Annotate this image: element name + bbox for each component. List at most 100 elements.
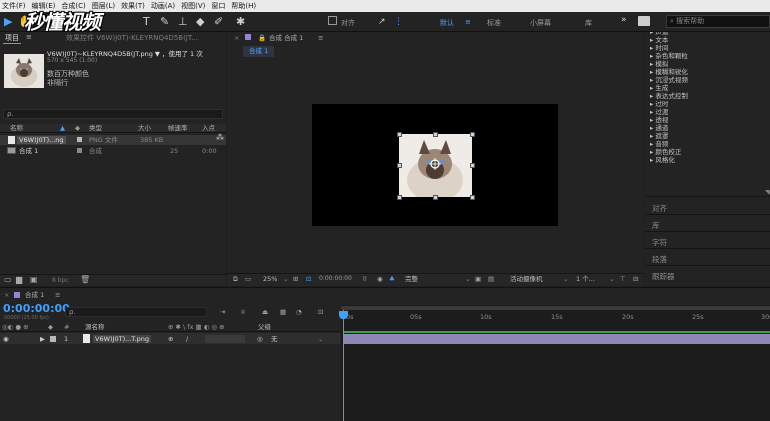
switches-column-icons[interactable]: ⊕ ✱ \ fx ▦ ◐ ◎ ⊕ bbox=[168, 323, 225, 331]
flowchart-icon[interactable]: ⁂ bbox=[216, 134, 224, 142]
row-png-name[interactable]: V6W)J0T)...ng bbox=[17, 136, 66, 144]
parent-pickwhip-icon[interactable]: ◎ bbox=[257, 335, 263, 343]
label-color-swatch[interactable] bbox=[77, 148, 82, 153]
workspace-small-screen[interactable]: 小屏幕 bbox=[530, 18, 551, 28]
color-icon[interactable]: ♣ bbox=[389, 275, 395, 283]
project-search-input[interactable]: ρ. bbox=[3, 109, 223, 119]
snapshot-icon[interactable]: ⌷ bbox=[363, 275, 367, 283]
timeline-search-input[interactable]: ρ. bbox=[65, 307, 207, 317]
draft-3d-icon[interactable]: ⍟ bbox=[241, 308, 245, 316]
label-color-swatch[interactable] bbox=[77, 137, 82, 142]
views-chevron-icon[interactable]: ⌄ bbox=[609, 275, 614, 283]
effect-category[interactable]: ▸ 表达式控制 bbox=[650, 92, 688, 100]
effect-category[interactable]: ▸ 沉浸式视频 bbox=[650, 76, 688, 84]
menu-view[interactable]: 视图(V) bbox=[181, 1, 205, 11]
menu-help[interactable]: 帮助(H) bbox=[231, 1, 256, 11]
row-comp-name[interactable]: 合成 1 bbox=[19, 147, 38, 155]
effect-category[interactable]: ▸ 通道 bbox=[650, 124, 668, 132]
tab-library[interactable]: 库 bbox=[652, 220, 660, 231]
effect-category[interactable]: ▸ 遮罩 bbox=[650, 132, 668, 140]
timeline-menu-icon[interactable]: ≡ bbox=[55, 291, 60, 299]
transform-handle-bottom[interactable] bbox=[433, 195, 438, 200]
effect-category[interactable]: ▸ 风格化 bbox=[650, 156, 675, 164]
transform-handle-top[interactable] bbox=[433, 132, 438, 137]
workspace-standard[interactable]: 标准 bbox=[487, 18, 501, 28]
visibility-eye-icon[interactable]: ◉ bbox=[3, 335, 9, 343]
parent-dropdown[interactable]: 无 bbox=[271, 335, 278, 343]
playhead-handle[interactable] bbox=[339, 311, 348, 319]
menu-effect[interactable]: 效果(T) bbox=[121, 1, 145, 11]
tab-tracker[interactable]: 跟踪器 bbox=[652, 271, 675, 282]
show-channel-icon[interactable]: ◉ bbox=[377, 275, 383, 283]
cat-image-layer[interactable] bbox=[399, 134, 472, 197]
new-composition-icon[interactable]: ▣ bbox=[30, 276, 38, 284]
camera-dropdown[interactable]: 活动摄像机 bbox=[510, 275, 543, 283]
label-column-icon[interactable]: ◆ bbox=[48, 323, 53, 331]
tab-project[interactable]: 项目 bbox=[3, 33, 21, 44]
work-area-bar[interactable] bbox=[341, 306, 770, 310]
transparency-grid-icon[interactable]: ▣ bbox=[475, 275, 481, 283]
close-icon[interactable]: × bbox=[234, 34, 239, 42]
column-type[interactable]: 类型 bbox=[89, 124, 102, 132]
effect-category[interactable]: ▸ 杂色和颗粒 bbox=[650, 52, 688, 60]
viewer-comp-tab[interactable]: 合成 1 bbox=[243, 46, 275, 57]
3d-view-icon[interactable]: ▤ bbox=[488, 275, 494, 283]
snap-icon[interactable]: ↗ bbox=[378, 16, 386, 28]
zoom-chevron-icon[interactable]: ⌄ bbox=[283, 275, 288, 283]
fast-preview-icon[interactable]: ⊟ bbox=[633, 275, 638, 283]
column-size[interactable]: 大小 bbox=[138, 124, 151, 132]
snap-options-icon[interactable]: ⋮ bbox=[394, 16, 403, 28]
eraser-tool-icon[interactable]: ◆ bbox=[196, 16, 204, 28]
lock-icon[interactable]: 🔒 bbox=[258, 34, 266, 42]
shy-switch-icon[interactable]: ⊕ bbox=[168, 335, 173, 343]
effect-category[interactable]: ▸ 文本 bbox=[650, 36, 668, 44]
label-column-icon[interactable]: ◆ bbox=[75, 124, 80, 132]
effect-category[interactable]: ▸ 过渡 bbox=[650, 108, 668, 116]
column-name[interactable]: 名称 bbox=[10, 124, 23, 132]
parent-chevron-icon[interactable]: ⌄ bbox=[318, 335, 323, 343]
delete-icon[interactable]: 🗑 bbox=[80, 276, 90, 284]
transform-handle-left[interactable] bbox=[397, 163, 402, 168]
viewer-timecode[interactable]: 0:00:00:00 bbox=[319, 275, 352, 283]
transform-handle-bottom-right[interactable] bbox=[470, 195, 475, 200]
selection-tool-icon[interactable]: ▶ bbox=[4, 16, 12, 28]
views-dropdown[interactable]: 1 个... bbox=[576, 275, 595, 283]
reset-exposure-icon[interactable]: ⊤ bbox=[620, 275, 626, 283]
switch-boxes[interactable] bbox=[205, 335, 245, 343]
effect-category[interactable]: ▸ 模拟 bbox=[650, 60, 668, 68]
av-switches-icons[interactable]: ◎◐ ● ⊕ bbox=[2, 323, 29, 331]
resolution-dropdown[interactable]: 完整 bbox=[405, 275, 418, 283]
align-checkbox[interactable] bbox=[328, 16, 337, 25]
timeline-tab[interactable]: 合成 1 bbox=[25, 291, 44, 299]
resolution-chevron-icon[interactable]: ⌄ bbox=[465, 275, 470, 283]
resolution-icon[interactable]: ⊞ bbox=[293, 275, 298, 283]
pen-tool-icon[interactable]: ✎ bbox=[160, 16, 169, 28]
monitor-icon[interactable]: ▭ bbox=[245, 275, 251, 283]
workspace-default[interactable]: 默认 bbox=[440, 18, 454, 28]
new-folder-icon[interactable]: ▆ bbox=[16, 276, 22, 284]
viewer-tab-title[interactable]: 合成 合成 1 bbox=[269, 34, 303, 42]
menu-window[interactable]: 窗口 bbox=[211, 1, 225, 11]
tab-paragraph[interactable]: 段落 bbox=[652, 254, 667, 265]
graph-editor-icon[interactable]: ⊡ bbox=[318, 308, 323, 316]
menu-animation[interactable]: 动画(A) bbox=[151, 1, 175, 11]
playhead-line[interactable] bbox=[343, 310, 344, 421]
workspace-library[interactable]: 库 bbox=[585, 18, 592, 28]
frame-blending-icon[interactable]: ▦ bbox=[280, 308, 286, 316]
viewer-menu-icon[interactable]: ≡ bbox=[318, 34, 323, 42]
layer-name[interactable]: V6W)J0T)...T.png bbox=[93, 335, 151, 343]
effect-category[interactable]: ▸ 模糊和锐化 bbox=[650, 68, 688, 76]
effect-category[interactable]: ▸ 颜色校正 bbox=[650, 148, 681, 156]
effect-category[interactable]: ▸ 音频 bbox=[650, 140, 668, 148]
text-tool-icon[interactable]: T bbox=[143, 16, 150, 28]
column-in-point[interactable]: 入点 bbox=[202, 124, 215, 132]
roto-brush-icon[interactable]: ✐ bbox=[214, 16, 223, 28]
close-icon[interactable]: × bbox=[4, 291, 9, 299]
quality-switch-icon[interactable]: / bbox=[186, 335, 188, 343]
effect-category[interactable]: ▸ 时间 bbox=[650, 44, 668, 52]
column-parent[interactable]: 父级 bbox=[258, 323, 271, 331]
panel-scroll-icon[interactable]: ◥ bbox=[765, 189, 770, 196]
project-menu-icon[interactable]: ≡ bbox=[26, 33, 32, 41]
puppet-pin-icon[interactable]: ✱ bbox=[236, 16, 245, 28]
motion-blur-icon[interactable]: ◔ bbox=[296, 308, 302, 316]
